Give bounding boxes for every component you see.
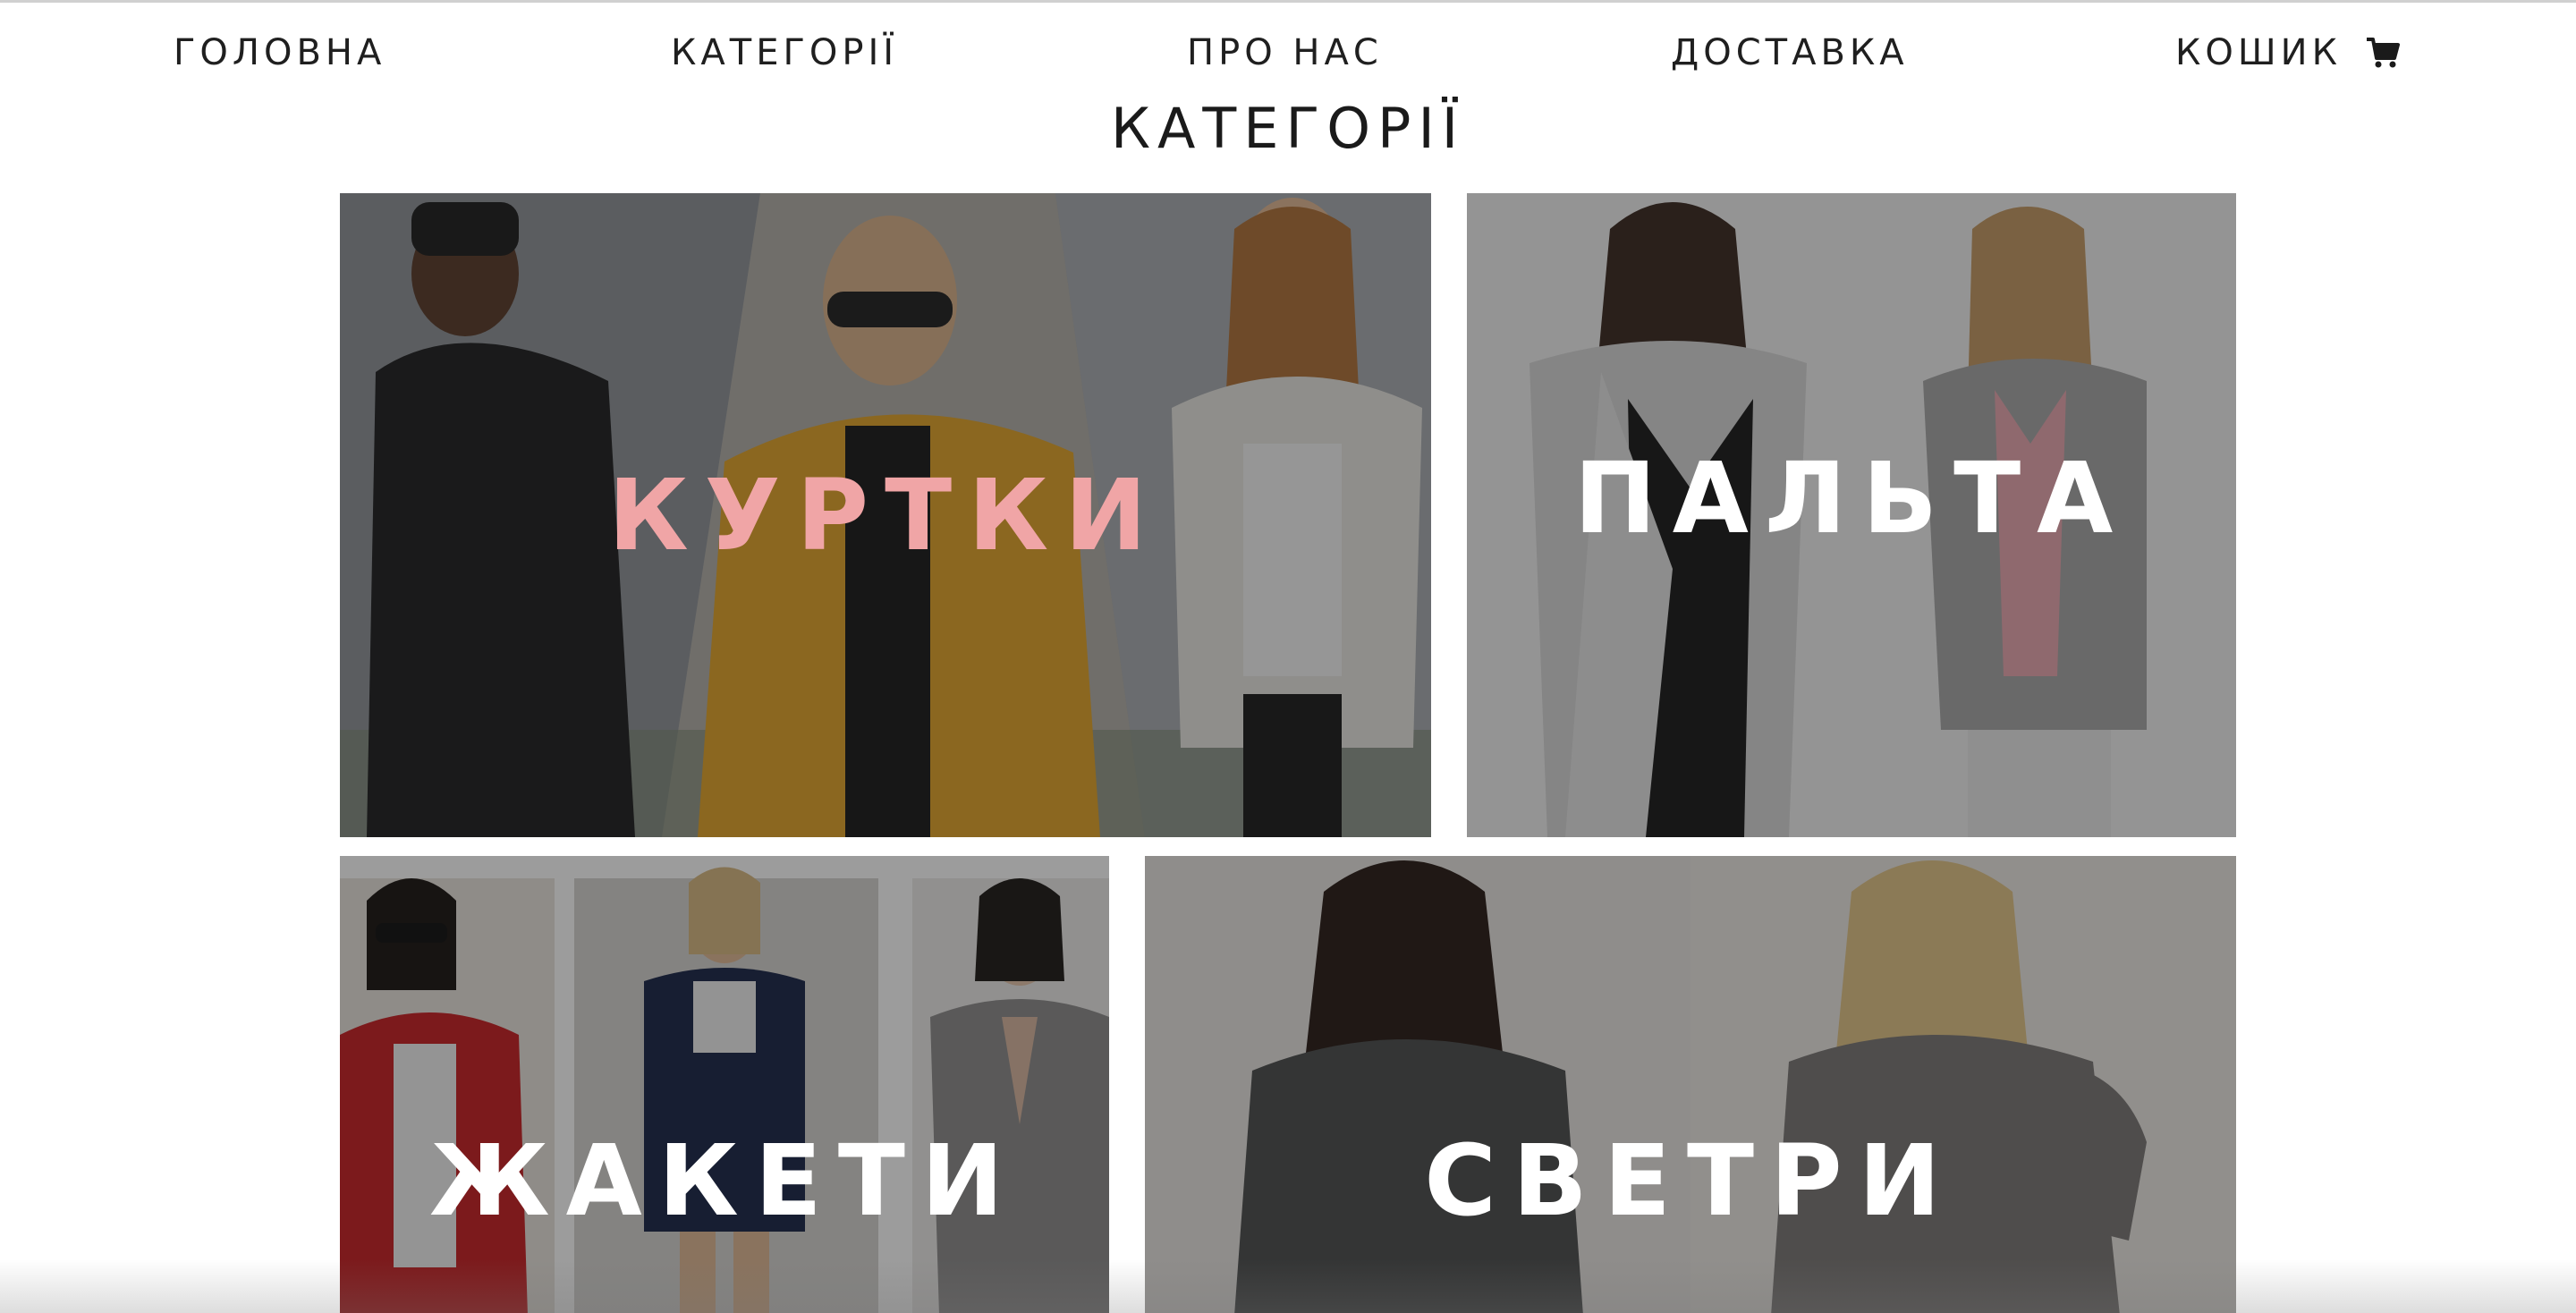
category-label-coats[interactable]: ПАЛЬТА xyxy=(1467,445,2236,552)
nav-link-home[interactable]: ГОЛОВНА xyxy=(174,30,386,76)
category-label-sweaters[interactable]: СВЕТРИ xyxy=(1145,1127,2236,1234)
nav-cart-label: КОШИК xyxy=(2175,32,2342,73)
nav-link-delivery[interactable]: ДОСТАВКА xyxy=(1671,30,1909,76)
category-label-blazers[interactable]: ЖАКЕТИ xyxy=(340,1127,1109,1234)
category-image-overlay xyxy=(340,856,1109,1313)
nav-link-categories[interactable]: КАТЕГОРІЇ xyxy=(671,30,898,76)
page: ГОЛОВНА КАТЕГОРІЇ ПРО НАС ДОСТАВКА КОШИК… xyxy=(0,0,2576,1313)
shopping-cart-icon[interactable] xyxy=(2365,35,2401,71)
category-tile-blazers[interactable] xyxy=(340,856,1109,1313)
category-label-jackets[interactable]: КУРТКИ xyxy=(340,462,1431,569)
page-title: КАТЕГОРІЇ xyxy=(1110,96,1466,161)
category-image-overlay xyxy=(1145,856,2236,1313)
nav-link-cart[interactable]: КОШИК xyxy=(2175,30,2401,76)
category-tile-sweaters[interactable] xyxy=(1145,856,2236,1313)
nav-link-about[interactable]: ПРО НАС xyxy=(1187,30,1383,76)
